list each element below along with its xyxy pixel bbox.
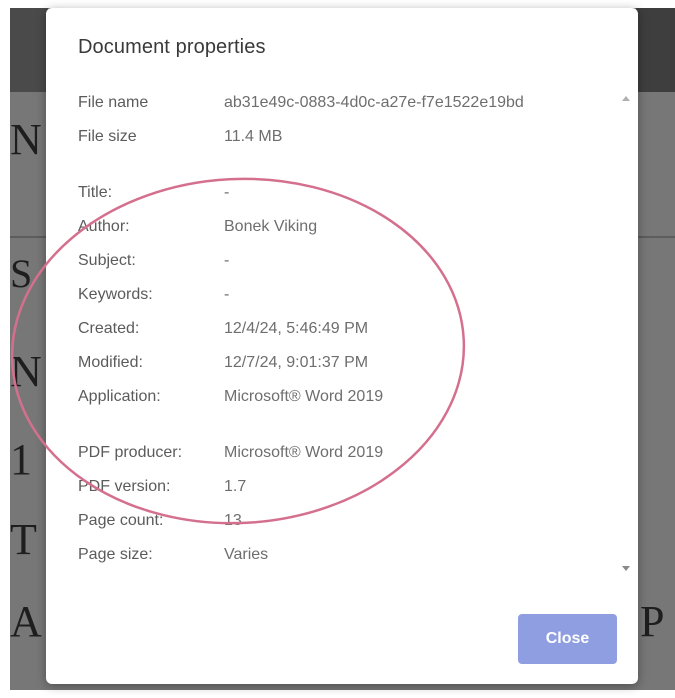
property-value: Varies xyxy=(224,546,269,563)
property-value: 1.7 xyxy=(224,478,247,495)
property-row-page-size: Page size: Varies xyxy=(78,546,618,570)
properties-list[interactable]: File name ab31e49c-0883-4d0c-a27e-f7e152… xyxy=(78,88,618,583)
property-row-title: Title: - xyxy=(78,184,618,208)
property-label: PDF producer: xyxy=(78,444,183,461)
property-row-created: Created: 12/4/24, 5:46:49 PM xyxy=(78,320,618,344)
property-label: Keywords: xyxy=(78,286,153,303)
property-label: Title: xyxy=(78,184,113,201)
property-row-file-name: File name ab31e49c-0883-4d0c-a27e-f7e152… xyxy=(78,94,618,118)
property-row-modified: Modified: 12/7/24, 9:01:37 PM xyxy=(78,354,618,378)
property-value: - xyxy=(224,252,230,269)
property-row-subject: Subject: - xyxy=(78,252,618,276)
background-letter: S xyxy=(10,251,33,296)
property-label: File size xyxy=(78,128,137,145)
dialog-title: Document properties xyxy=(78,36,266,58)
background-dark-band-right xyxy=(636,8,675,92)
document-properties-dialog: Document properties File name ab31e49c-0… xyxy=(46,8,638,684)
background-letter: N xyxy=(10,347,42,396)
property-value: 12/4/24, 5:46:49 PM xyxy=(224,320,369,337)
property-row-application: Application: Microsoft® Word 2019 xyxy=(78,388,618,412)
property-value: - xyxy=(224,184,230,201)
background-rule xyxy=(638,236,675,238)
property-value: 12/7/24, 9:01:37 PM xyxy=(224,354,369,371)
property-row-pdf-producer: PDF producer: Microsoft® Word 2019 xyxy=(78,444,618,468)
property-value: - xyxy=(224,286,230,303)
property-row-page-count: Page count: 13 xyxy=(78,512,618,536)
property-label: Author: xyxy=(78,218,130,235)
property-label: Subject: xyxy=(78,252,136,269)
property-label: Created: xyxy=(78,320,140,337)
property-row-file-size: File size 11.4 MB xyxy=(78,128,618,152)
property-row-author: Author: Bonek Viking xyxy=(78,218,618,242)
property-label: Application: xyxy=(78,388,161,405)
property-value: Microsoft® Word 2019 xyxy=(224,444,384,461)
background-dark-band-left xyxy=(10,8,48,92)
property-value: 13 xyxy=(224,512,242,529)
background-letter: 1 xyxy=(10,435,32,484)
property-label: Modified: xyxy=(78,354,143,371)
properties-scrollbar[interactable] xyxy=(620,96,634,576)
scroll-down-arrow-icon[interactable] xyxy=(622,566,630,571)
property-value: Microsoft® Word 2019 xyxy=(224,388,384,405)
property-label: PDF version: xyxy=(78,478,171,495)
background-rule xyxy=(10,236,46,238)
background-letter: A xyxy=(10,597,42,646)
property-value: Bonek Viking xyxy=(224,218,318,235)
property-label: File name xyxy=(78,94,149,111)
background-letter: T xyxy=(10,515,37,564)
screen: N S N 1 T A P Document properties File n… xyxy=(0,0,675,698)
property-label: Page size: xyxy=(78,546,153,563)
close-button[interactable]: Close xyxy=(518,614,617,664)
property-row-pdf-version: PDF version: 1.7 xyxy=(78,478,618,502)
property-value: 11.4 MB xyxy=(224,128,283,145)
property-value: ab31e49c-0883-4d0c-a27e-f7e1522e19bd xyxy=(224,94,524,111)
background-letter: P xyxy=(640,597,665,646)
background-letter: N xyxy=(10,115,42,164)
property-label: Page count: xyxy=(78,512,164,529)
property-row-keywords: Keywords: - xyxy=(78,286,618,310)
scroll-up-arrow-icon[interactable] xyxy=(622,96,630,101)
